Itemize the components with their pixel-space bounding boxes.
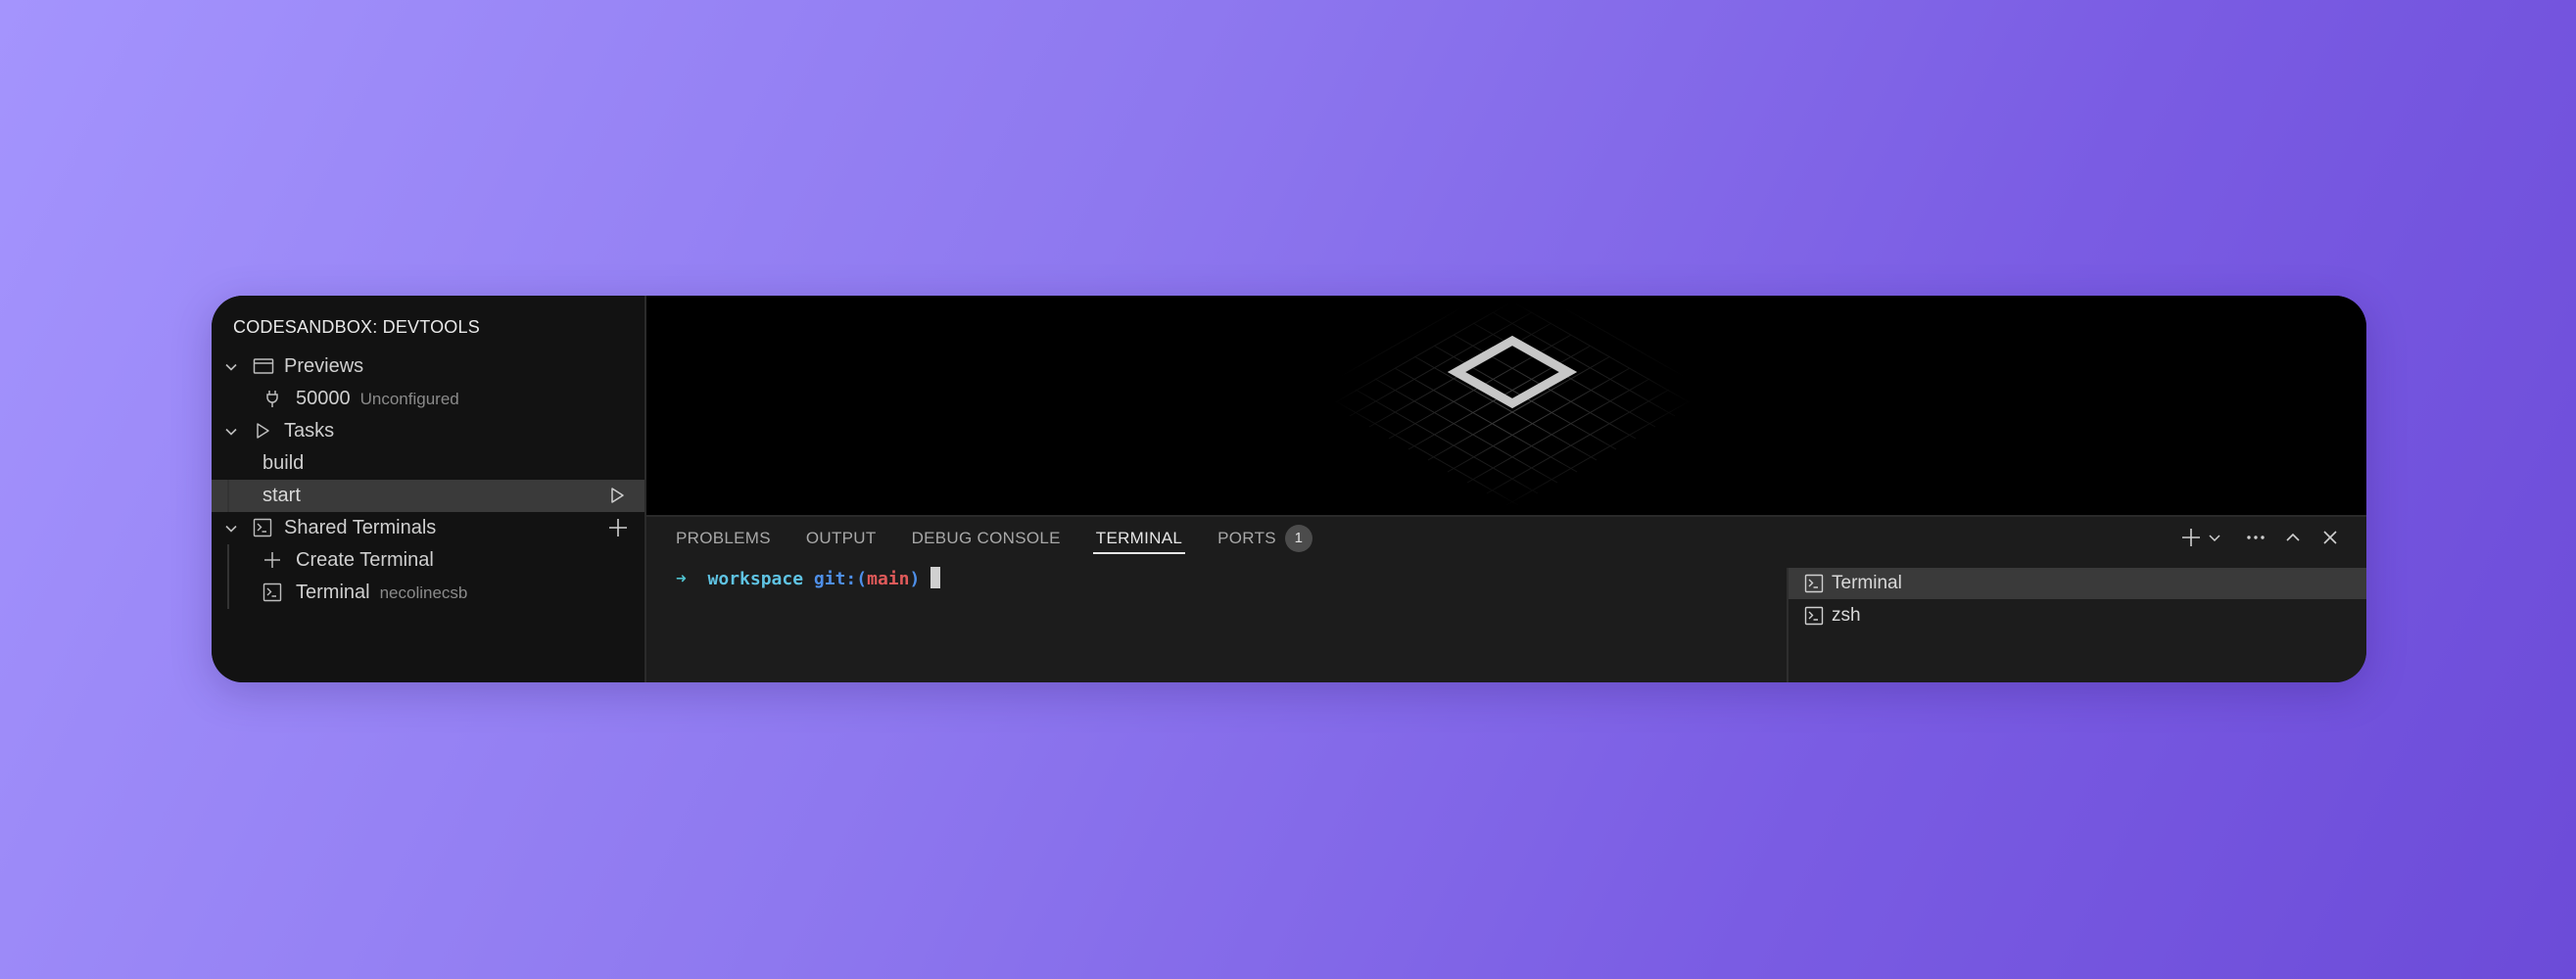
- more-options-icon[interactable]: [2245, 527, 2266, 548]
- shared-terminal-name: Terminal: [296, 582, 370, 603]
- section-shared-terminals[interactable]: Shared Terminals: [212, 512, 644, 544]
- tree-guide: [227, 480, 229, 512]
- preview-status: Unconfigured: [359, 390, 459, 408]
- prompt-git-prefix: git:(: [813, 569, 868, 589]
- browser-window-icon: [253, 356, 274, 376]
- tab-output[interactable]: OUTPUT: [806, 517, 877, 560]
- section-tasks[interactable]: Tasks: [212, 415, 644, 447]
- terminal-icon: [1804, 574, 1824, 593]
- preview-item-50000[interactable]: 50000 Unconfigured: [212, 383, 644, 415]
- task-item-build[interactable]: build: [212, 447, 644, 480]
- run-task-play-icon[interactable]: [607, 486, 627, 505]
- tab-terminal[interactable]: TERMINAL: [1092, 517, 1186, 560]
- terminal-cursor: [930, 567, 941, 588]
- tab-ports-label: PORTS: [1217, 529, 1276, 547]
- task-label: build: [262, 452, 305, 474]
- sidebar-title: CODESANDBOX: DEVTOOLS: [233, 317, 480, 337]
- terminal-list-label: Terminal: [1832, 573, 1902, 593]
- terminal-icon: [253, 518, 272, 537]
- preview-port: 50000: [296, 388, 351, 409]
- create-terminal-label: Create Terminal: [296, 549, 434, 571]
- task-item-start[interactable]: start: [212, 480, 644, 512]
- main-area: PROBLEMS OUTPUT DEBUG CONSOLE TERMINAL P…: [646, 296, 2366, 682]
- prompt-git-branch: main: [867, 569, 910, 589]
- bottom-panel: PROBLEMS OUTPUT DEBUG CONSOLE TERMINAL P…: [646, 517, 2366, 682]
- chevron-up-icon[interactable]: [2282, 527, 2304, 548]
- terminal-list-label: zsh: [1832, 605, 1861, 626]
- close-icon[interactable]: [2319, 527, 2341, 548]
- create-terminal-item[interactable]: Create Terminal: [212, 544, 644, 609]
- devtools-sidebar: CODESANDBOX: DEVTOOLS Previews 50000 Unco…: [212, 296, 646, 682]
- plus-icon: [262, 550, 282, 570]
- prompt-arrow: ➜: [676, 569, 687, 589]
- chevron-down-icon[interactable]: [2208, 527, 2221, 548]
- section-label-shared-terminals: Shared Terminals: [284, 517, 437, 538]
- tab-ports[interactable]: PORTS 1: [1217, 517, 1312, 560]
- tab-problems[interactable]: PROBLEMS: [676, 517, 771, 560]
- devtools-window: CODESANDBOX: DEVTOOLS Previews 50000 Unco…: [212, 296, 2366, 682]
- shared-terminal-item[interactable]: Terminal necolinecsb: [212, 577, 644, 609]
- isometric-grid-logo: [1330, 302, 1694, 506]
- play-icon: [253, 421, 272, 441]
- terminal-output[interactable]: ➜ workspace git:(main): [676, 567, 941, 591]
- section-previews[interactable]: Previews: [212, 350, 644, 383]
- panel-tabs: PROBLEMS OUTPUT DEBUG CONSOLE TERMINAL P…: [676, 517, 1348, 560]
- terminal-list-item[interactable]: Terminal: [1789, 568, 2366, 599]
- chevron-down-icon[interactable]: [223, 359, 239, 375]
- plug-icon: [262, 389, 282, 408]
- tab-debug-console[interactable]: DEBUG CONSOLE: [912, 517, 1061, 560]
- task-label: start: [262, 485, 301, 506]
- terminal-icon: [262, 583, 282, 602]
- prompt-directory: workspace: [707, 569, 804, 589]
- shared-terminal-owner: necolinecsb: [379, 583, 468, 602]
- prompt-git-suffix: ): [909, 569, 921, 589]
- panel-actions: [2163, 527, 2341, 548]
- chevron-down-icon[interactable]: [223, 521, 239, 536]
- chevron-down-icon[interactable]: [223, 424, 239, 440]
- section-label-tasks: Tasks: [284, 420, 335, 442]
- ports-count-badge: 1: [1284, 525, 1312, 552]
- terminal-list: Terminal zsh: [1787, 568, 2366, 682]
- terminal-icon: [1804, 606, 1824, 626]
- add-terminal-plus-icon[interactable]: [607, 517, 627, 536]
- terminal-list-item[interactable]: zsh: [1789, 600, 2366, 631]
- new-terminal-plus-icon[interactable]: [2180, 527, 2202, 548]
- section-label-previews: Previews: [284, 355, 364, 377]
- preview-pane: [646, 296, 2366, 517]
